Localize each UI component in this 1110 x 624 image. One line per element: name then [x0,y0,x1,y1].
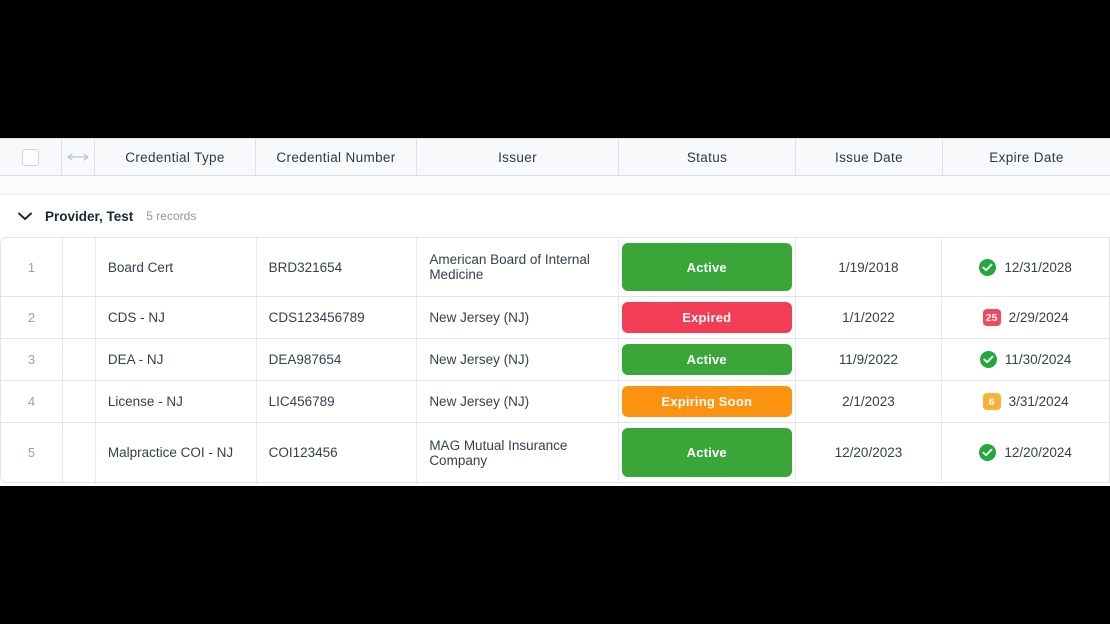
check-circle-icon [979,444,997,461]
cell-credential-type[interactable]: Board Cert [96,238,257,296]
row-index-cell: 2 [1,297,63,338]
cell-issuer[interactable]: New Jersey (NJ) [417,339,619,380]
table-row[interactable]: 2 CDS - NJ CDS123456789 New Jersey (NJ) Expi… [0,297,1110,339]
days-count-badge-icon: 25 [982,309,1001,326]
cell-expire-date[interactable]: 12/31/2028 [942,238,1109,296]
cell-credential-number[interactable]: DEA987654 [257,339,418,380]
cell-credential-number[interactable]: COI123456 [257,423,418,482]
row-resize-spacer-cell [63,238,96,296]
cell-expire-date[interactable]: 6 3/31/2024 [942,381,1109,422]
column-header-expire-date[interactable]: Expire Date [943,139,1110,175]
status-badge[interactable]: Active [621,344,792,375]
group-header-row[interactable]: Provider, Test 5 records [0,195,1110,237]
column-resize-header-cell[interactable] [62,139,95,175]
expire-date-content: 6 3/31/2024 [982,393,1069,410]
cell-expire-date[interactable]: 25 2/29/2024 [942,297,1109,338]
row-index-cell: 5 [1,423,63,482]
resize-horizontal-icon[interactable] [67,152,89,162]
row-index-cell: 4 [1,381,63,422]
cell-credential-number[interactable]: BRD321654 [257,238,418,296]
cell-status[interactable]: Active [619,238,796,296]
status-badge[interactable]: Expiring Soon [621,386,792,417]
cell-credential-number[interactable]: LIC456789 [257,381,418,422]
expire-date-text: 11/30/2024 [1004,352,1072,367]
cell-issue-date[interactable]: 12/20/2023 [796,423,943,482]
days-count-badge-icon: 6 [982,393,1001,410]
cell-issue-date[interactable]: 2/1/2023 [796,381,943,422]
expire-date-text: 3/31/2024 [1008,394,1069,409]
status-badge[interactable]: Active [621,243,792,291]
row-index-cell: 1 [1,238,63,296]
expire-date-text: 2/29/2024 [1008,310,1069,325]
cell-status[interactable]: Expired [619,297,796,338]
expire-date-content: 12/31/2028 [979,258,1072,276]
column-header-issuer[interactable]: Issuer [417,139,619,175]
row-resize-spacer-cell [63,339,96,380]
row-index-cell: 3 [1,339,63,380]
cell-issuer[interactable]: New Jersey (NJ) [417,297,619,338]
table-row[interactable]: 5 Malpractice COI - NJ COI123456 MAG Mutual… [0,423,1110,483]
column-header-issue-date[interactable]: Issue Date [796,139,943,175]
cell-status[interactable]: Active [619,339,796,380]
select-all-header-cell[interactable] [0,139,62,175]
column-header-credential-type[interactable]: Credential Type [95,139,256,175]
chevron-down-icon[interactable] [15,206,35,226]
grid-rows: 1 Board Cert BRD321654 American Board of In… [0,237,1110,483]
cell-issuer[interactable]: American Board of Internal Medicine [417,238,619,296]
cell-credential-number[interactable]: CDS123456789 [257,297,418,338]
expire-date-content: 12/20/2024 [979,444,1072,461]
filter-strip [0,176,1110,195]
select-all-checkbox[interactable] [22,148,39,166]
credentials-grid: Credential Type Credential Number Issuer… [0,138,1110,486]
row-resize-spacer-cell [63,423,96,482]
cell-status[interactable]: Active [619,423,796,482]
group-name: Provider, Test [45,208,134,224]
row-resize-spacer-cell [63,381,96,422]
grid-header-row: Credential Type Credential Number Issuer… [0,138,1110,176]
row-resize-spacer-cell [63,297,96,338]
cell-credential-type[interactable]: DEA - NJ [96,339,257,380]
cell-expire-date[interactable]: 12/20/2024 [942,423,1109,482]
cell-status[interactable]: Expiring Soon [619,381,796,422]
status-badge[interactable]: Active [621,428,792,477]
group-record-count: 5 records [146,209,197,223]
table-row[interactable]: 4 License - NJ LIC456789 New Jersey (NJ) Exp… [0,381,1110,423]
cell-credential-type[interactable]: Malpractice COI - NJ [96,423,257,482]
cell-issuer[interactable]: MAG Mutual Insurance Company [417,423,619,482]
cell-issue-date[interactable]: 1/1/2022 [796,297,943,338]
column-header-credential-number[interactable]: Credential Number [256,139,417,175]
cell-credential-type[interactable]: CDS - NJ [96,297,257,338]
expire-date-text: 12/20/2024 [1004,445,1072,460]
cell-issuer[interactable]: New Jersey (NJ) [417,381,619,422]
cell-expire-date[interactable]: 11/30/2024 [942,339,1109,380]
cell-issue-date[interactable]: 11/9/2022 [796,339,943,380]
status-badge[interactable]: Expired [621,302,792,333]
check-circle-icon [979,351,997,368]
column-header-status[interactable]: Status [619,139,796,175]
cell-credential-type[interactable]: License - NJ [96,381,257,422]
table-row[interactable]: 3 DEA - NJ DEA987654 New Jersey (NJ) Active 1… [0,339,1110,381]
check-circle-icon [979,258,997,276]
expire-date-text: 12/31/2028 [1004,259,1072,275]
expire-date-content: 25 2/29/2024 [982,309,1069,326]
table-row[interactable]: 1 Board Cert BRD321654 American Board of In… [0,237,1110,297]
cell-issue-date[interactable]: 1/19/2018 [796,238,943,296]
expire-date-content: 11/30/2024 [979,351,1072,368]
